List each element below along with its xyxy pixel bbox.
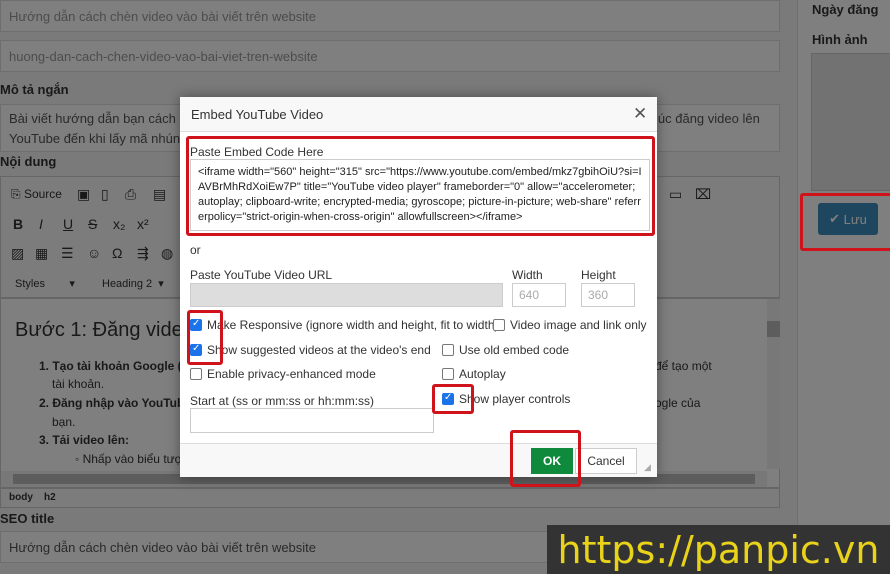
option-privacy[interactable]: Enable privacy-enhanced mode [190,367,376,381]
start-at-label: Start at (ss or mm:ss or hh:mm:ss) [190,394,375,408]
option-label: Use old embed code [459,343,570,357]
checkbox[interactable] [442,368,454,380]
width-input[interactable]: 640 [512,283,566,307]
dialog-footer: OK Cancel ◢ [180,443,657,477]
or-label: or [190,243,201,257]
highlight-ok [510,430,581,487]
width-label: Width [512,268,543,282]
highlight-player-controls [432,384,474,414]
resize-handle-icon[interactable]: ◢ [644,462,651,473]
option-label: Video image and link only [510,318,647,332]
cancel-button[interactable]: Cancel [575,448,637,474]
checkbox[interactable] [190,368,202,380]
close-icon[interactable]: ✕ [633,104,647,124]
option-label: Show suggested videos at the video's end [207,343,431,357]
option-label: Make Responsive (ignore width and height… [207,318,499,332]
url-label: Paste YouTube Video URL [190,268,333,282]
option-label: Enable privacy-enhanced mode [207,367,376,381]
height-input[interactable]: 360 [581,283,635,307]
option-autoplay[interactable]: Autoplay [442,367,506,381]
option-label: Autoplay [459,367,506,381]
highlight-embed-code [186,136,655,236]
dialog-title: Embed YouTube Video [191,107,324,122]
option-suggested[interactable]: Show suggested videos at the video's end [190,343,431,357]
start-at-input[interactable] [190,408,434,433]
height-label: Height [581,268,616,282]
checkbox[interactable] [493,319,505,331]
option-responsive[interactable]: Make Responsive (ignore width and height… [190,318,499,332]
url-input[interactable] [190,283,503,307]
highlight-checkboxes [187,310,223,365]
option-image-only[interactable]: Video image and link only [493,318,647,332]
highlight-save [800,193,890,251]
option-old-embed[interactable]: Use old embed code [442,343,569,357]
checkbox[interactable] [442,344,454,356]
watermark: https://panpic.vn [547,525,890,574]
dialog-header: Embed YouTube Video ✕ [180,97,657,132]
option-label: Show player controls [459,392,571,406]
